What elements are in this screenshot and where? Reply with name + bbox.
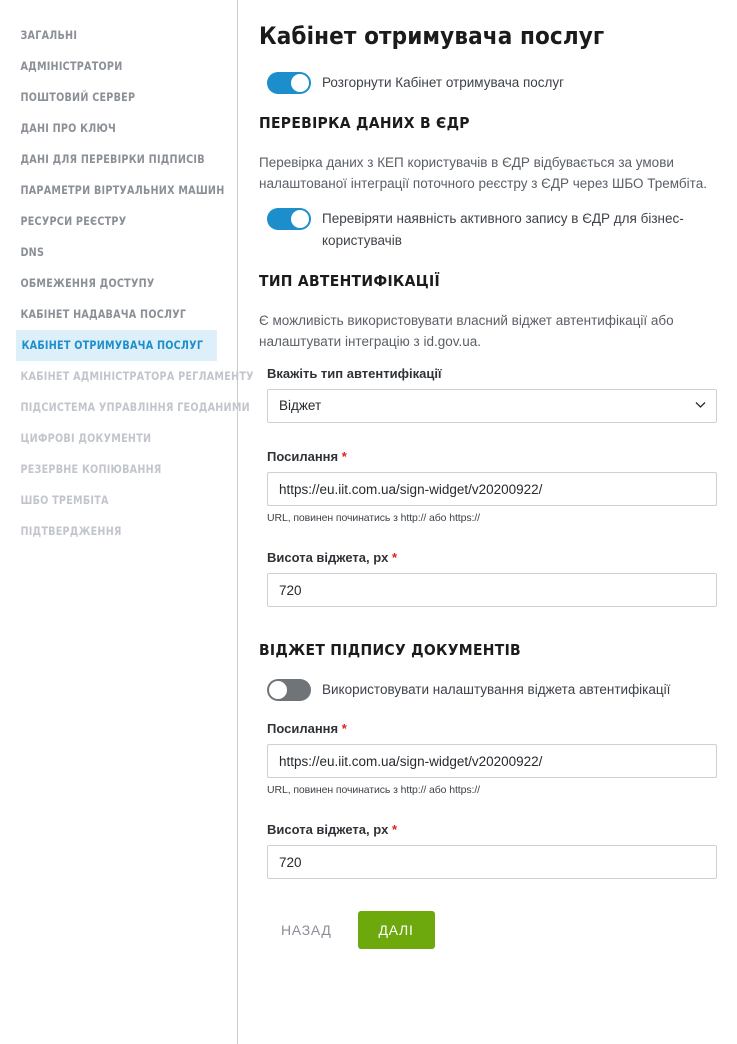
required-marker: * bbox=[392, 822, 398, 837]
auth-link-helper-text: URL, повинен починатись з http:// або ht… bbox=[267, 512, 480, 524]
wizard-step-sidebar: ЗАГАЛЬНІ АДМІНІСТРАТОРИ ПОШТОВИЙ СЕРВЕР … bbox=[0, 0, 254, 1044]
sign-link-label: Посилання * bbox=[259, 721, 710, 736]
sidebar-item-signature-check[interactable]: ДАНІ ДЛЯ ПЕРЕВІРКИ ПІДПИСІВ bbox=[0, 144, 220, 175]
required-marker: * bbox=[341, 449, 347, 464]
sidebar-item-regulation-admin[interactable]: КАБІНЕТ АДМІНІСТРАТОРА РЕГЛАМЕНТУ bbox=[0, 361, 253, 392]
auth-link-label: Посилання * bbox=[259, 449, 710, 464]
sidebar-item-general[interactable]: ЗАГАЛЬНІ bbox=[0, 20, 220, 51]
required-marker: * bbox=[392, 550, 398, 565]
edr-check-toggle-row: Перевіряти наявність активного запису в … bbox=[259, 208, 710, 252]
sidebar-item-geodata-subsystem[interactable]: ПІДСИСТЕМА УПРАВЛІННЯ ГЕОДАНИМИ bbox=[0, 392, 249, 423]
page-title: Кабінет отримувача послуг bbox=[259, 22, 605, 50]
sidebar-item-dns[interactable]: DNS bbox=[0, 237, 220, 268]
required-marker: * bbox=[341, 721, 347, 736]
deploy-cabinet-toggle[interactable] bbox=[267, 72, 311, 94]
auth-section-paragraph: Є можливість використовувати власний від… bbox=[259, 313, 674, 349]
sidebar-item-digital-documents[interactable]: ЦИФРОВІ ДОКУМЕНТИ bbox=[0, 423, 220, 454]
next-button[interactable]: ДАЛІ bbox=[357, 911, 435, 949]
sidebar-item-backup[interactable]: РЕЗЕРВНЕ КОПІЮВАННЯ bbox=[0, 454, 220, 485]
wizard-actions: НАЗАД ДАЛІ bbox=[267, 911, 710, 949]
sign-height-input[interactable] bbox=[267, 845, 717, 879]
auth-height-label-text: Висота віджета, px bbox=[267, 550, 389, 565]
sign-link-field: Посилання * URL, повинен починатись з ht… bbox=[259, 721, 717, 796]
edr-check-toggle[interactable] bbox=[267, 208, 311, 230]
deploy-cabinet-toggle-row: Розгорнути Кабінет отримувача послуг bbox=[259, 72, 710, 94]
auth-type-select[interactable]: Віджет bbox=[267, 389, 717, 423]
sign-height-field: Висота віджета, px * bbox=[259, 822, 717, 879]
auth-section-title: ТИП АВТЕНТИФІКАЦІЇ bbox=[259, 272, 440, 290]
sidebar-item-vm-parameters[interactable]: ПАРАМЕТРИ ВІРТУАЛЬНИХ МАШИН bbox=[0, 175, 224, 206]
back-button[interactable]: НАЗАД bbox=[267, 912, 346, 948]
sign-section-title: ВІДЖЕТ ПІДПИСУ ДОКУМЕНТІВ bbox=[259, 641, 521, 659]
auth-type-select-wrap: Віджет bbox=[259, 389, 717, 423]
auth-link-label-text: Посилання bbox=[267, 449, 339, 464]
deploy-cabinet-toggle-label: Розгорнути Кабінет отримувача послуг bbox=[322, 75, 565, 90]
main-content: Кабінет отримувача послуг Розгорнути Каб… bbox=[238, 0, 737, 1044]
auth-link-field: Посилання * URL, повинен починатись з ht… bbox=[259, 449, 717, 524]
edr-section-paragraph: Перевірка даних з КЕП користувачів в ЄДР… bbox=[259, 155, 707, 191]
edr-section-title: ПЕРЕВІРКА ДАНИХ В ЄДР bbox=[259, 114, 470, 132]
sidebar-item-mail-server[interactable]: ПОШТОВИЙ СЕРВЕР bbox=[0, 82, 220, 113]
sidebar-item-provider-cabinet[interactable]: КАБІНЕТ НАДАВАЧА ПОСЛУГ bbox=[0, 299, 220, 330]
sidebar-item-recipient-cabinet[interactable]: КАБІНЕТ ОТРИМУВАЧА ПОСЛУГ bbox=[16, 330, 217, 361]
settings-wizard-page: ЗАГАЛЬНІ АДМІНІСТРАТОРИ ПОШТОВИЙ СЕРВЕР … bbox=[0, 0, 737, 1044]
sign-reuse-toggle-row: Використовувати налаштування віджета авт… bbox=[259, 679, 710, 701]
edr-check-toggle-label: Перевіряти наявність активного запису в … bbox=[322, 211, 684, 248]
toggle-knob-icon bbox=[291, 74, 309, 92]
auth-height-input[interactable] bbox=[267, 573, 717, 607]
sign-height-label-text: Висота віджета, px bbox=[267, 822, 389, 837]
sidebar-item-confirmation[interactable]: ПІДТВЕРДЖЕННЯ bbox=[0, 516, 220, 547]
sign-link-helper-text: URL, повинен починатись з http:// або ht… bbox=[267, 784, 480, 796]
sidebar-item-registry-resources[interactable]: РЕСУРСИ РЕЄСТРУ bbox=[0, 206, 220, 237]
auth-type-field: Вкажіть тип автентифікації Віджет bbox=[259, 366, 717, 423]
sign-reuse-toggle[interactable] bbox=[267, 679, 311, 701]
sidebar-item-administrators[interactable]: АДМІНІСТРАТОРИ bbox=[0, 51, 220, 82]
sign-link-label-text: Посилання bbox=[267, 721, 339, 736]
auth-height-field: Висота віджета, px * bbox=[259, 550, 717, 607]
sidebar-item-key-data[interactable]: ДАНІ ПРО КЛЮЧ bbox=[0, 113, 220, 144]
toggle-knob-icon bbox=[291, 210, 309, 228]
sign-link-input[interactable] bbox=[267, 744, 717, 778]
sign-reuse-toggle-label: Використовувати налаштування віджета авт… bbox=[322, 682, 671, 697]
sign-height-label: Висота віджета, px * bbox=[259, 822, 710, 837]
sidebar-item-trembita[interactable]: ШБО ТРЕМБІТА bbox=[0, 485, 220, 516]
auth-link-input[interactable] bbox=[267, 472, 717, 506]
auth-height-label: Висота віджета, px * bbox=[259, 550, 710, 565]
auth-type-label: Вкажіть тип автентифікації bbox=[267, 366, 442, 381]
sidebar-item-access-restriction[interactable]: ОБМЕЖЕННЯ ДОСТУПУ bbox=[0, 268, 220, 299]
toggle-knob-icon bbox=[269, 681, 287, 699]
